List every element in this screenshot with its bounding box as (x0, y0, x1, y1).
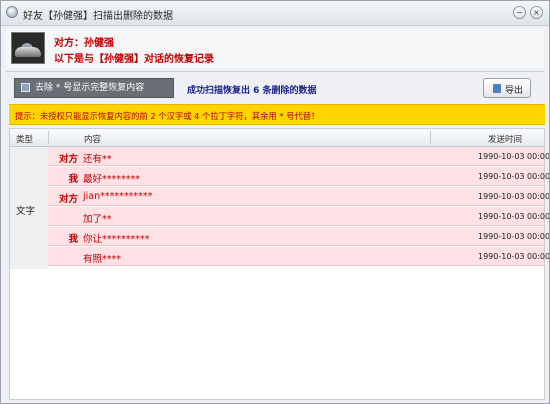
message-content: 有照**** (83, 254, 122, 265)
table-row[interactable]: 我 你让********** 1990-10-03 00:00 (48, 227, 549, 246)
message-content: 你让********** (83, 234, 150, 245)
message-content: 还有** (83, 154, 112, 165)
send-time: 1990-10-03 00:00 (478, 172, 550, 181)
export-button[interactable]: 导出 (483, 78, 531, 98)
sender-label: 对方 (58, 194, 78, 205)
type-cell: 文字 (10, 147, 48, 269)
column-header-content[interactable]: 内容 (84, 133, 101, 145)
avatar-car-body (15, 47, 41, 57)
table-header: 类型 内容 发送时间 (10, 129, 544, 147)
table-row[interactable]: 我 最好******** 1990-10-03 00:00 (48, 167, 549, 186)
send-time: 1990-10-03 00:00 (478, 152, 550, 161)
toolbar: 去除 * 号显示完整恢复内容 成功扫描恢复出 6 条删除的数据 导出 (6, 75, 544, 101)
sender-label: 对方 (58, 154, 78, 165)
header-divider (6, 71, 544, 72)
recovered-messages-table: 类型 内容 发送时间 文字 对方 还有** 1990-10-03 00:00 我… (9, 128, 549, 400)
recovery-window: 好友【孙健强】扫描出删除的数据 − × 对方：孙健强 以下是与【孙健强】对话的恢… (0, 0, 550, 404)
list-icon (21, 83, 30, 92)
table-row[interactable]: 加了** 1990-10-03 00:00 (48, 207, 549, 226)
close-button[interactable]: × (530, 6, 543, 19)
remove-asterisk-label: 去除 * 号显示完整恢复内容 (35, 83, 145, 93)
scan-status-text: 成功扫描恢复出 6 条删除的数据 (187, 86, 317, 96)
export-label: 导出 (505, 86, 524, 96)
column-separator[interactable] (48, 131, 49, 144)
message-content: 最好******** (83, 174, 141, 185)
app-icon (6, 6, 18, 18)
column-header-type[interactable]: 类型 (16, 133, 33, 145)
send-time: 1990-10-03 00:00 (478, 212, 550, 221)
column-separator[interactable] (430, 131, 431, 144)
table-row[interactable]: 有照**** 1990-10-03 00:00 (48, 247, 549, 266)
sender-label: 我 (68, 234, 78, 245)
minimize-button[interactable]: − (513, 6, 526, 19)
send-time: 1990-10-03 00:00 (478, 192, 550, 201)
title-bar: 好友【孙健强】扫描出删除的数据 − × (1, 1, 549, 26)
message-content: 加了** (83, 214, 112, 225)
table-row[interactable]: 对方 jian*********** 1990-10-03 00:00 (48, 187, 549, 206)
recovery-caption: 以下是与【孙健强】对话的恢复记录 (54, 54, 214, 65)
type-label: 文字 (16, 206, 36, 217)
table-body: 文字 对方 还有** 1990-10-03 00:00 我 最好********… (10, 147, 549, 269)
window-title: 好友【孙健强】扫描出删除的数据 (23, 11, 173, 22)
send-time: 1990-10-03 00:00 (478, 232, 550, 241)
remove-asterisk-button[interactable]: 去除 * 号显示完整恢复内容 (14, 78, 174, 98)
column-header-time[interactable]: 发送时间 (488, 133, 522, 145)
avatar (11, 32, 45, 64)
export-icon (493, 84, 501, 93)
sender-label: 我 (68, 174, 78, 185)
contact-header: 对方：孙健强 以下是与【孙健强】对话的恢复记录 (6, 28, 544, 68)
table-row[interactable]: 对方 还有** 1990-10-03 00:00 (48, 147, 549, 166)
notice-banner: 提示：未授权只能显示恢复内容的前 2 个汉字或 4 个拉丁字符，其余用 * 号代… (9, 104, 545, 125)
notice-text: 提示：未授权只能显示恢复内容的前 2 个汉字或 4 个拉丁字符，其余用 * 号代… (15, 111, 320, 121)
message-content: jian*********** (83, 191, 153, 202)
send-time: 1990-10-03 00:00 (478, 252, 550, 261)
contact-name: 对方：孙健强 (54, 38, 114, 49)
